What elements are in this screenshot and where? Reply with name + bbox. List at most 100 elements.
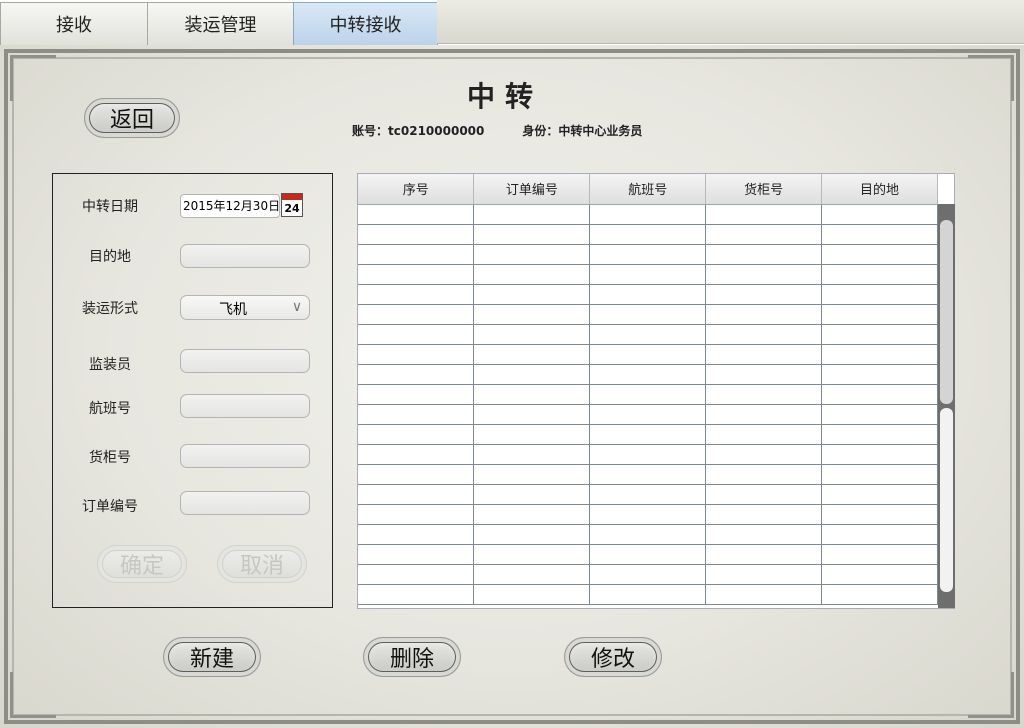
table-cell[interactable] (821, 224, 938, 245)
container-no-field[interactable] (180, 444, 310, 468)
table-cell[interactable] (705, 464, 823, 485)
column-header[interactable]: 订单编号 (473, 174, 591, 205)
table-cell[interactable] (473, 504, 591, 525)
table-row[interactable] (358, 504, 938, 525)
table-cell[interactable] (705, 384, 823, 405)
table-row[interactable] (358, 244, 938, 265)
table-cell[interactable] (705, 584, 823, 605)
table-cell[interactable] (473, 524, 591, 545)
table-cell[interactable] (705, 404, 823, 425)
table-row[interactable] (358, 544, 938, 565)
table-cell[interactable] (821, 344, 938, 365)
table-cell[interactable] (589, 304, 707, 325)
table-cell[interactable] (358, 264, 475, 285)
table-cell[interactable] (358, 524, 475, 545)
column-header[interactable]: 序号 (358, 174, 475, 205)
table-cell[interactable] (705, 264, 823, 285)
back-button[interactable]: 返回 (84, 98, 180, 138)
table-row[interactable] (358, 564, 938, 585)
table-row[interactable] (358, 264, 938, 285)
chevron-down-icon[interactable]: ∨ (287, 298, 307, 317)
table-cell[interactable] (821, 544, 938, 565)
table-cell[interactable] (821, 324, 938, 345)
vertical-scrollbar[interactable] (938, 204, 955, 608)
table-cell[interactable] (358, 424, 475, 445)
table-row[interactable] (358, 384, 938, 405)
table-cell[interactable] (821, 304, 938, 325)
table-cell[interactable] (589, 344, 707, 365)
table-cell[interactable] (473, 244, 591, 265)
table-cell[interactable] (473, 344, 591, 365)
table-cell[interactable] (589, 284, 707, 305)
table-row[interactable] (358, 364, 938, 385)
shipping-method-select[interactable]: 飞机 ∨ (180, 295, 310, 320)
table-cell[interactable] (821, 564, 938, 585)
table-cell[interactable] (473, 404, 591, 425)
table-cell[interactable] (473, 204, 591, 225)
table-cell[interactable] (589, 424, 707, 445)
table-cell[interactable] (705, 544, 823, 565)
transfer-date-field[interactable]: 2015年12月30日 (180, 194, 280, 218)
table-row[interactable] (358, 424, 938, 445)
column-header[interactable]: 目的地 (821, 174, 938, 205)
table-cell[interactable] (589, 224, 707, 245)
table-cell[interactable] (821, 424, 938, 445)
table-row[interactable] (358, 464, 938, 485)
table-cell[interactable] (473, 464, 591, 485)
table-cell[interactable] (358, 404, 475, 425)
table-cell[interactable] (705, 204, 823, 225)
table-cell[interactable] (358, 564, 475, 585)
table-cell[interactable] (821, 284, 938, 305)
tab-transfer-receive[interactable]: 中转接收 (293, 2, 438, 45)
table-row[interactable] (358, 304, 938, 325)
table-cell[interactable] (358, 304, 475, 325)
table-cell[interactable] (473, 484, 591, 505)
table-cell[interactable] (473, 364, 591, 385)
table-cell[interactable] (358, 584, 475, 605)
table-cell[interactable] (473, 584, 591, 605)
table-cell[interactable] (705, 224, 823, 245)
table-cell[interactable] (473, 224, 591, 245)
table-cell[interactable] (589, 364, 707, 385)
tab-receive[interactable]: 接收 (0, 2, 148, 45)
new-button[interactable]: 新建 (163, 637, 261, 677)
delete-button[interactable]: 删除 (363, 637, 461, 677)
table-cell[interactable] (821, 504, 938, 525)
table-cell[interactable] (358, 364, 475, 385)
table-cell[interactable] (589, 484, 707, 505)
table-cell[interactable] (358, 324, 475, 345)
table-cell[interactable] (589, 564, 707, 585)
table-cell[interactable] (705, 304, 823, 325)
modify-button[interactable]: 修改 (564, 637, 662, 677)
table-cell[interactable] (589, 244, 707, 265)
table-row[interactable] (358, 404, 938, 425)
table-cell[interactable] (705, 324, 823, 345)
scrollbar-track[interactable] (940, 408, 953, 592)
table-cell[interactable] (705, 524, 823, 545)
table-cell[interactable] (358, 504, 475, 525)
table-cell[interactable] (589, 324, 707, 345)
table-cell[interactable] (821, 204, 938, 225)
table-cell[interactable] (358, 284, 475, 305)
column-header[interactable]: 货柜号 (705, 174, 823, 205)
table-cell[interactable] (358, 464, 475, 485)
table-row[interactable] (358, 224, 938, 245)
table-cell[interactable] (589, 444, 707, 465)
table-cell[interactable] (589, 544, 707, 565)
table-cell[interactable] (358, 224, 475, 245)
table-cell[interactable] (821, 264, 938, 285)
table-row[interactable] (358, 444, 938, 465)
table-cell[interactable] (589, 404, 707, 425)
table-cell[interactable] (473, 544, 591, 565)
flight-no-field[interactable] (180, 394, 310, 418)
table-cell[interactable] (473, 564, 591, 585)
table-cell[interactable] (589, 504, 707, 525)
confirm-button[interactable]: 确定 (97, 545, 187, 583)
table-cell[interactable] (358, 444, 475, 465)
table-cell[interactable] (358, 484, 475, 505)
table-cell[interactable] (589, 204, 707, 225)
table-cell[interactable] (358, 344, 475, 365)
table-cell[interactable] (821, 364, 938, 385)
table-row[interactable] (358, 344, 938, 365)
table-cell[interactable] (358, 544, 475, 565)
